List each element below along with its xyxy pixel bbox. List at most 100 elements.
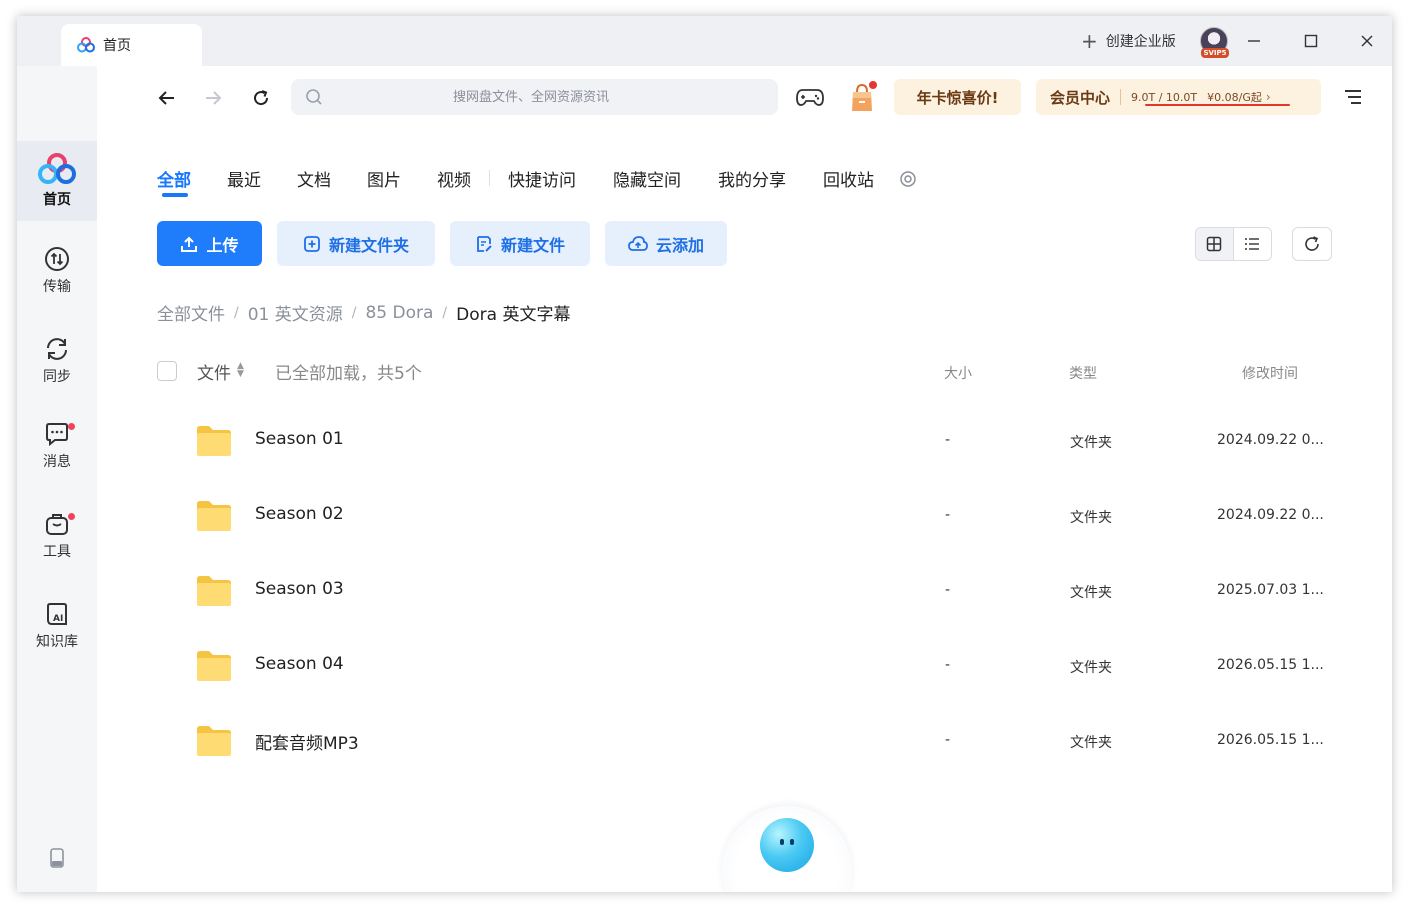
column-header-size[interactable]: 大小	[944, 363, 972, 383]
minimize-icon	[1248, 40, 1260, 42]
tab-quick-access[interactable]: 快捷访问	[508, 166, 576, 191]
folder-icon	[197, 651, 231, 681]
target-settings-icon	[900, 171, 916, 187]
tab-settings-button[interactable]	[899, 170, 917, 192]
app-logo-icon	[77, 37, 95, 53]
forward-button[interactable]	[201, 86, 225, 110]
file-name[interactable]: 配套音频MP3	[255, 729, 359, 754]
file-size: -	[945, 432, 951, 448]
upload-button[interactable]: 上传	[157, 221, 262, 266]
folder-icon	[197, 576, 231, 606]
upload-icon	[180, 235, 198, 253]
tab-images[interactable]: 图片	[367, 166, 401, 191]
file-name[interactable]: Season 02	[255, 504, 344, 524]
breadcrumb-item[interactable]: 全部文件	[157, 300, 225, 325]
message-badge-dot	[68, 423, 75, 430]
arrow-right-icon	[206, 91, 222, 105]
file-modified: 2024.09.22 0...	[1217, 432, 1324, 448]
mascot-eye	[780, 839, 784, 845]
back-button[interactable]	[155, 86, 179, 110]
file-name[interactable]: Season 04	[255, 654, 344, 674]
tab-recycle-bin[interactable]: 回收站	[823, 166, 874, 191]
minimize-button[interactable]	[1239, 26, 1269, 56]
app-window: 首页 + 创建企业版 SVIP5 首页 传输 同步 消息 工具 AI 知识库 搜…	[17, 16, 1392, 892]
plus-icon: +	[1081, 29, 1098, 53]
active-tab-indicator	[162, 193, 188, 197]
sort-icon[interactable]: ▲ ▼	[237, 362, 244, 379]
close-icon	[1361, 35, 1373, 47]
sidebar-item-label: 知识库	[36, 634, 78, 650]
tab-videos[interactable]: 视频	[437, 166, 471, 191]
mobile-device-button[interactable]	[48, 848, 66, 872]
gift-bag-button[interactable]	[847, 80, 877, 114]
file-size: -	[945, 582, 951, 598]
title-bar: 首页 + 创建企业版 SVIP5	[17, 16, 1392, 66]
file-row[interactable]: Season 02 - 文件夹 2024.09.22 0...	[157, 479, 1337, 554]
breadcrumb-item[interactable]: 85 Dora	[365, 303, 433, 323]
file-row[interactable]: Season 01 - 文件夹 2024.09.22 0...	[157, 404, 1337, 479]
new-folder-button[interactable]: 新建文件夹	[277, 221, 435, 266]
create-enterprise-button[interactable]: + 创建企业版	[1081, 30, 1176, 52]
home-logo-icon	[38, 153, 76, 184]
list-view-button[interactable]	[1234, 228, 1272, 260]
grid-view-button[interactable]	[1196, 228, 1234, 260]
ai-assistant-launcher[interactable]	[722, 806, 852, 892]
new-file-icon	[475, 235, 493, 253]
message-icon	[46, 423, 68, 447]
file-type: 文件夹	[1070, 660, 1112, 676]
phone-icon	[50, 848, 64, 868]
tab-hidden-space[interactable]: 隐藏空间	[613, 166, 681, 191]
tab-my-shares[interactable]: 我的分享	[718, 166, 786, 191]
reload-button[interactable]	[249, 86, 273, 110]
vip-center-button[interactable]: 会员中心 9.0T / 10.0T ¥0.08/G起 ›	[1036, 79, 1321, 115]
file-type: 文件夹	[1070, 510, 1112, 526]
file-name[interactable]: Season 01	[255, 429, 344, 449]
file-row[interactable]: Season 03 - 文件夹 2025.07.03 1...	[157, 554, 1337, 629]
transfer-icon	[45, 247, 69, 271]
tab-home[interactable]: 首页	[61, 24, 202, 66]
sidebar-item-label: 消息	[43, 454, 71, 470]
reload-icon	[254, 90, 269, 106]
new-file-button[interactable]: 新建文件	[450, 221, 590, 266]
menu-button[interactable]	[1343, 87, 1363, 111]
sidebar-item-tools[interactable]: 工具	[17, 496, 97, 576]
annual-promo-button[interactable]: 年卡惊喜价!	[894, 79, 1021, 115]
vip-center-label: 会员中心	[1050, 88, 1111, 107]
maximize-icon	[1304, 34, 1318, 48]
folder-icon	[197, 426, 231, 456]
sidebar-item-home[interactable]: 首页	[17, 141, 97, 221]
refresh-list-button[interactable]	[1292, 227, 1332, 261]
file-modified: 2024.09.22 0...	[1217, 507, 1324, 523]
game-center-button[interactable]	[795, 85, 825, 113]
sidebar-item-sync[interactable]: 同步	[17, 321, 97, 401]
column-header-file[interactable]: 文件	[197, 359, 231, 384]
file-row[interactable]: Season 04 - 文件夹 2026.05.15 1...	[157, 629, 1337, 704]
search-input[interactable]	[331, 79, 731, 115]
cloud-add-button[interactable]: 云添加	[605, 221, 727, 266]
sidebar-item-messages[interactable]: 消息	[17, 406, 97, 486]
sidebar-item-knowledge-base[interactable]: AI 知识库	[17, 586, 97, 666]
file-size: -	[945, 657, 951, 673]
tab-recent[interactable]: 最近	[227, 166, 261, 191]
select-all-checkbox[interactable]	[157, 361, 177, 381]
breadcrumb-separator: /	[351, 304, 357, 321]
tab-all[interactable]: 全部	[157, 166, 191, 191]
close-button[interactable]	[1352, 26, 1382, 56]
load-status: 已全部加载，共5个	[275, 364, 422, 384]
column-header-modified[interactable]: 修改时间	[1242, 363, 1298, 383]
tab-documents[interactable]: 文档	[297, 166, 331, 191]
knowledge-base-icon: AI	[47, 603, 67, 625]
maximize-button[interactable]	[1296, 26, 1326, 56]
mascot-eye	[790, 839, 794, 845]
sync-icon	[47, 338, 67, 360]
column-header-type[interactable]: 类型	[1069, 363, 1097, 383]
sidebar-item-transfer[interactable]: 传输	[17, 231, 97, 311]
sidebar-item-label: 同步	[43, 369, 71, 385]
search-box[interactable]	[291, 79, 778, 115]
storage-price: ¥0.08/G起	[1207, 91, 1262, 104]
avatar[interactable]: SVIP5	[1200, 27, 1229, 58]
file-name[interactable]: Season 03	[255, 579, 344, 599]
divider	[1120, 89, 1122, 105]
file-row[interactable]: 配套音频MP3 - 文件夹 2026.05.15 1...	[157, 704, 1337, 779]
breadcrumb-item[interactable]: 01 英文资源	[248, 300, 343, 325]
